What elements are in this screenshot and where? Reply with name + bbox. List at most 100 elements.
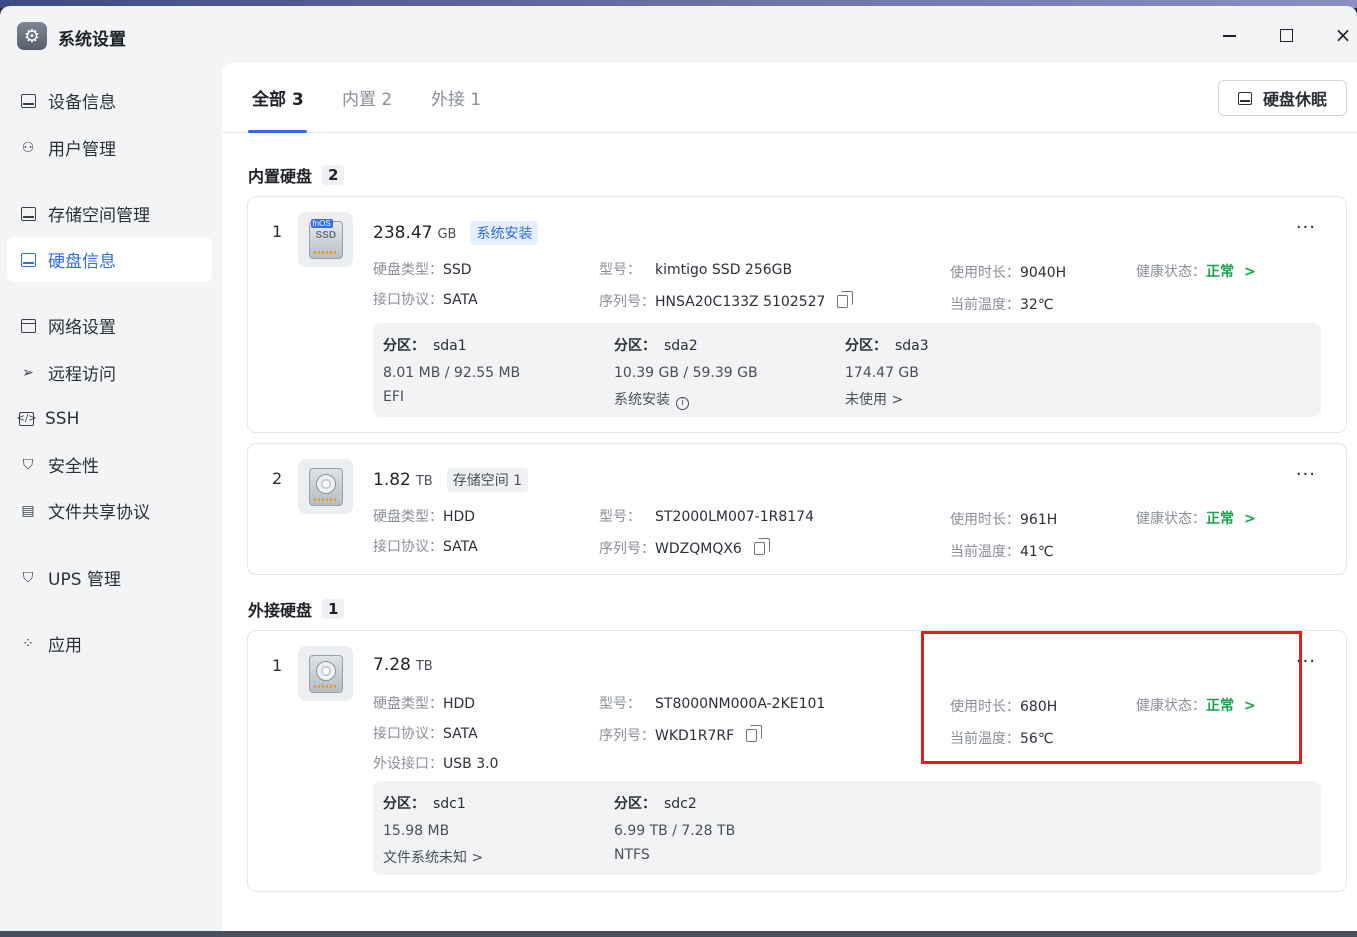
storage-pool-badge: 存储空间 1 <box>446 468 529 492</box>
chevron-right-icon: > <box>1244 698 1256 714</box>
disk-uptime: 使用时长：961H <box>950 512 1058 528</box>
sidebar-item-security[interactable]: ⛉ 安全性 <box>7 442 212 487</box>
disk-index: 2 <box>272 469 283 488</box>
capacity-value: 1.82 <box>373 470 411 490</box>
send-icon: ➢ <box>22 364 34 381</box>
shield-icon: ⛉ <box>22 569 34 586</box>
sidebar-item-label: 用户管理 <box>48 140 116 160</box>
disk-capacity: 238.47 GB 系统安装 <box>373 221 539 245</box>
active-tab-indicator <box>248 130 307 133</box>
tab-internal[interactable]: 内置 2 <box>342 85 392 110</box>
tab-external[interactable]: 外接 1 <box>431 85 481 110</box>
sidebar-item-disk-info[interactable]: 硬盘信息 <box>7 237 212 282</box>
gear-icon: ⚙ <box>17 22 47 50</box>
unknown-fs-link[interactable]: 文件系统未知 > <box>383 847 483 867</box>
hdd-disk-icon <box>298 459 353 514</box>
maximize-icon <box>1279 28 1293 42</box>
sidebar-item-ups[interactable]: ⛉ UPS 管理 <box>7 555 212 600</box>
copy-icon[interactable] <box>753 538 770 555</box>
settings-window: ⚙ 系统设置 × 设备信息 ⚇ 用户管理 存储空间管理 硬盘信息 网络设置 ➢ … <box>0 6 1357 932</box>
sidebar-item-label: 存储空间管理 <box>48 206 150 226</box>
disk-index: 1 <box>272 222 283 241</box>
partition-sda1: 分区： sda1 8.01 MB / 92.55 MB EFI <box>383 338 521 405</box>
sidebar-item-label: 远程访问 <box>48 365 116 385</box>
main-panel: 全部 3 内置 2 外接 1 硬盘休眠 内置硬盘 2 1 fnOS SSD 23… <box>222 63 1357 932</box>
sidebar-item-ssh[interactable]: </> SSH <box>7 396 212 441</box>
disk-protocol: 接口协议：SATA <box>373 539 478 555</box>
disk-health[interactable]: 健康状态：正常 > <box>1136 508 1256 528</box>
disk-protocol: 接口协议：SATA <box>373 292 478 308</box>
capacity-value: 7.28 <box>373 655 411 675</box>
maximize-button[interactable] <box>1271 20 1301 50</box>
copy-icon[interactable] <box>837 291 854 308</box>
disk-type: 硬盘类型：HDD <box>373 509 476 525</box>
ssd-disk-icon: fnOS SSD <box>298 212 353 267</box>
disk-protocol: 接口协议：SATA <box>373 726 478 742</box>
sidebar-item-user-management[interactable]: ⚇ 用户管理 <box>7 125 212 170</box>
sidebar-item-storage[interactable]: 存储空间管理 <box>7 191 212 236</box>
tab-all[interactable]: 全部 3 <box>252 85 304 110</box>
disk-icon <box>19 251 37 269</box>
hdd-disk-icon <box>298 646 353 701</box>
capacity-value: 238.47 <box>373 223 433 243</box>
partition-sda3: 分区： sda3 174.47 GB 未使用 > <box>845 338 929 409</box>
sidebar-item-label: 应用 <box>48 636 82 656</box>
disk-model: 型号： ST2000LM007-1R8174 <box>599 509 814 525</box>
sidebar-item-label: SSH <box>45 408 80 429</box>
partition-sdc2: 分区： sdc2 6.99 TB / 7.28 TB NTFS <box>614 796 736 863</box>
disk-capacity: 1.82 TB 存储空间 1 <box>373 468 529 492</box>
sidebar-item-label: 安全性 <box>48 457 99 477</box>
apps-icon: ⁘ <box>22 635 34 652</box>
section-title-text: 外接硬盘 <box>248 601 313 620</box>
close-button[interactable]: × <box>1328 20 1357 50</box>
more-options-button[interactable]: ··· <box>1296 217 1316 238</box>
disk-capacity: 7.28 TB <box>373 655 433 675</box>
window-title: 系统设置 <box>58 30 126 50</box>
sidebar-item-device-info[interactable]: 设备信息 <box>7 78 212 123</box>
disk-uptime: 使用时长：680H <box>950 699 1058 715</box>
sidebar-item-apps[interactable]: ⁘ 应用 <box>7 621 212 666</box>
disk-sleep-button[interactable]: 硬盘休眠 <box>1218 80 1347 116</box>
network-icon <box>19 317 37 335</box>
chevron-right-icon: > <box>1244 264 1256 280</box>
minimize-button[interactable] <box>1214 20 1244 50</box>
sidebar-item-network[interactable]: 网络设置 <box>7 303 212 348</box>
section-title-text: 内置硬盘 <box>248 167 313 186</box>
disk-model: 型号： ST8000NM000A-2KE101 <box>599 696 826 712</box>
info-icon[interactable]: i <box>676 396 689 410</box>
minimize-icon <box>1222 35 1236 37</box>
disk-health[interactable]: 健康状态：正常 > <box>1136 261 1256 281</box>
more-options-button[interactable]: ··· <box>1296 464 1316 485</box>
tab-bar: 全部 3 内置 2 外接 1 硬盘休眠 <box>222 63 1357 133</box>
capacity-unit: TB <box>415 474 433 489</box>
disk-temperature: 当前温度：56℃ <box>950 731 1054 747</box>
disk-health[interactable]: 健康状态：正常 > <box>1136 695 1256 715</box>
section-count: 2 <box>322 165 345 185</box>
terminal-icon: </> <box>16 411 37 426</box>
fnos-badge: fnOS <box>310 218 333 228</box>
title-bar: ⚙ 系统设置 × <box>0 6 1357 62</box>
disk-temperature: 当前温度：41℃ <box>950 544 1054 560</box>
device-icon <box>19 92 37 110</box>
disk-serial: 序列号：WKD1R7RF <box>599 725 763 745</box>
sidebar-item-label: 网络设置 <box>48 318 116 338</box>
disk-card-ssd: 1 fnOS SSD 238.47 GB 系统安装 ··· 硬盘类型：SSD 接… <box>247 196 1347 433</box>
disk-uptime: 使用时长：9040H <box>950 265 1067 281</box>
unused-link[interactable]: 未使用 > <box>845 389 929 409</box>
copy-icon[interactable] <box>746 725 763 742</box>
disk-temperature: 当前温度：32℃ <box>950 297 1054 313</box>
section-count: 1 <box>322 599 345 619</box>
disk-sleep-label: 硬盘休眠 <box>1262 90 1327 109</box>
disk-serial: 序列号：WDZQMQX6 <box>599 538 770 558</box>
sidebar-item-label: UPS 管理 <box>48 570 121 590</box>
sidebar-item-file-sharing[interactable]: ▤ 文件共享协议 <box>7 488 212 533</box>
internal-section-title: 内置硬盘 2 <box>248 163 345 187</box>
storage-icon <box>19 205 37 223</box>
more-options-button[interactable]: ··· <box>1296 651 1316 672</box>
partition-panel: 分区： sda1 8.01 MB / 92.55 MB EFI 分区： sda2 1… <box>373 323 1321 417</box>
sidebar: 设备信息 ⚇ 用户管理 存储空间管理 硬盘信息 网络设置 ➢ 远程访问 </> … <box>0 62 222 932</box>
disk-card-external: 1 7.28 TB ··· 硬盘类型：HDD 接口协议：SATA 外设接口：US… <box>247 630 1347 892</box>
sidebar-item-remote-access[interactable]: ➢ 远程访问 <box>7 350 212 395</box>
disk-card-hdd: 2 1.82 TB 存储空间 1 ··· 硬盘类型：HDD 接口协议：SATA … <box>247 443 1347 575</box>
disk-serial: 序列号：HNSA20C133Z 5102527 <box>599 291 854 311</box>
